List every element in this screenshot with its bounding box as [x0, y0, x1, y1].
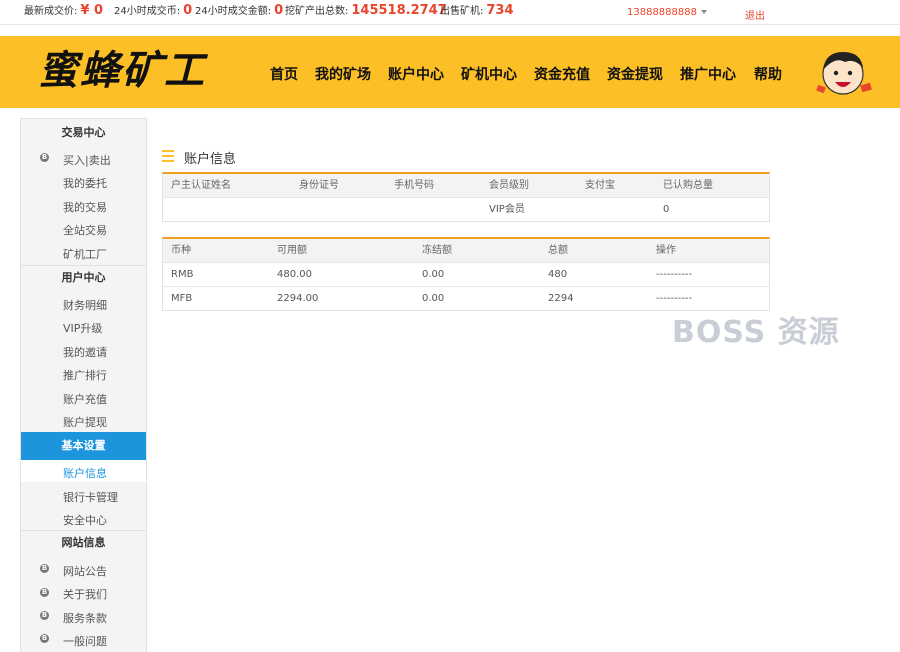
sidebar-item-my-invites[interactable]: 我的邀请 — [63, 344, 107, 360]
page-title: 账户信息 — [184, 152, 237, 167]
nav-promotion[interactable]: 推广中心 — [680, 64, 736, 84]
coins-24h-label: 24小时成交币: — [114, 6, 181, 17]
cell-currency: MFB — [171, 293, 193, 304]
col-real-name: 户主认证姓名 — [171, 180, 231, 191]
menu-lines-icon — [162, 150, 174, 162]
cell-available: 480.00 — [277, 269, 312, 280]
latest-price-stat: 最新成交价: ¥ 0 — [24, 4, 103, 19]
bullet-icon: B — [40, 153, 49, 162]
sidebar-item-account-info[interactable]: 账户信息 — [63, 465, 107, 481]
table-row: RMB 480.00 0.00 480 ---------- — [163, 263, 769, 287]
latest-price-label: 最新成交价: — [24, 6, 78, 17]
top-stats-bar: 最新成交价: ¥ 0 24小时成交币: 0 24小时成交金额: 0 挖矿产出总数: 14… — [0, 0, 900, 25]
col-available: 可用额 — [277, 245, 307, 256]
sidebar-divider — [21, 265, 146, 266]
sidebar-item-faq[interactable]: 一般问题 — [63, 633, 107, 649]
amount-24h-label: 24小时成交金额: — [195, 6, 272, 17]
sidebar-item-about[interactable]: 关于我们 — [63, 586, 107, 602]
logout-link[interactable]: 退出 — [745, 7, 765, 22]
sidebar-item-finance[interactable]: 财务明细 — [63, 297, 107, 313]
balance-table: 币种 可用额 冻结额 总额 操作 RMB 480.00 0.00 480 ---… — [162, 237, 770, 311]
sidebar-item-vip-upgrade[interactable]: VIP升级 — [63, 320, 102, 336]
sidebar-head-user: 用户中心 — [61, 271, 106, 284]
machines-sold-value: 734 — [486, 3, 514, 18]
sidebar-item-machine-factory[interactable]: 矿机工厂 — [63, 246, 107, 262]
sidebar: 交易中心 B 买入|卖出 我的委托 我的交易 全站交易 矿机工厂 用户中心 财务… — [20, 118, 147, 652]
mining-total-label: 挖矿产出总数: — [285, 6, 349, 17]
coins-24h-stat: 24小时成交币: 0 — [114, 4, 192, 19]
col-total: 总额 — [548, 245, 568, 256]
bullet-icon: B — [40, 611, 49, 620]
cell-currency: RMB — [171, 269, 194, 280]
col-phone: 手机号码 — [394, 180, 434, 191]
nav-help[interactable]: 帮助 — [754, 64, 782, 84]
cell-frozen: 0.00 — [422, 293, 445, 304]
cell-frozen: 0.00 — [422, 269, 445, 280]
watermark: BOSS 资源 — [672, 315, 840, 350]
nav-home[interactable]: 首页 — [270, 64, 298, 84]
nav-withdraw[interactable]: 资金提现 — [607, 64, 663, 84]
sidebar-head-trade: 交易中心 — [61, 126, 106, 139]
machines-sold-label: 出售矿机: — [440, 6, 484, 17]
mining-total-stat: 挖矿产出总数: 145518.2747 — [285, 4, 447, 19]
sidebar-divider — [21, 530, 146, 531]
account-info-table: 户主认证姓名 身份证号 手机号码 会员级别 支付宝 已认购总量 VIP会员 0 — [162, 172, 770, 222]
bullet-icon: B — [40, 588, 49, 597]
sidebar-item-buy-sell[interactable]: 买入|卖出 — [63, 152, 111, 168]
mascot-icon — [816, 52, 872, 95]
sidebar-item-my-trades[interactable]: 我的交易 — [63, 199, 107, 215]
username: 13888888888 — [627, 7, 697, 18]
cell-subscribed-total: 0 — [663, 204, 670, 215]
sidebar-head-basic: 基本设置 — [21, 432, 146, 460]
bullet-icon: B — [40, 634, 49, 643]
cell-actions: ---------- — [656, 269, 693, 280]
chevron-down-icon — [701, 10, 707, 14]
cell-member-level: VIP会员 — [489, 204, 525, 215]
table-row: VIP会员 0 — [163, 198, 769, 221]
amount-24h-value: 0 — [274, 3, 284, 18]
col-member-level: 会员级别 — [489, 180, 529, 191]
col-alipay: 支付宝 — [585, 180, 615, 191]
latest-price-value: ¥ 0 — [80, 3, 103, 18]
sidebar-item-all-trades[interactable]: 全站交易 — [63, 222, 107, 238]
cell-available: 2294.00 — [277, 293, 319, 304]
sidebar-item-account-withdraw[interactable]: 账户提现 — [63, 414, 107, 430]
sidebar-head-site: 网站信息 — [61, 536, 106, 549]
col-subscribed-total: 已认购总量 — [663, 180, 713, 191]
bullet-icon: B — [40, 564, 49, 573]
amount-24h-stat: 24小时成交金额: 0 — [195, 4, 283, 19]
col-actions: 操作 — [656, 245, 676, 256]
machines-sold-stat: 出售矿机: 734 — [440, 4, 514, 19]
site-logo[interactable]: 蜜蜂矿工 — [38, 46, 206, 96]
sidebar-item-account-deposit[interactable]: 账户充值 — [63, 391, 107, 407]
nav-my-mine[interactable]: 我的矿场 — [315, 64, 371, 84]
site-header: 蜜蜂矿工 首页 我的矿场 账户中心 矿机中心 资金充值 资金提现 推广中心 帮助 — [0, 36, 900, 108]
user-menu[interactable]: 13888888888 — [627, 7, 707, 18]
sidebar-item-promo-rank[interactable]: 推广排行 — [63, 367, 107, 383]
nav-account-center[interactable]: 账户中心 — [388, 64, 444, 84]
nav-machine-center[interactable]: 矿机中心 — [461, 64, 517, 84]
table-header-row: 户主认证姓名 身份证号 手机号码 会员级别 支付宝 已认购总量 — [163, 174, 769, 198]
sidebar-item-security[interactable]: 安全中心 — [63, 512, 107, 528]
mining-total-value: 145518.2747 — [351, 3, 447, 18]
col-frozen: 冻结额 — [422, 245, 452, 256]
sidebar-item-bank-cards[interactable]: 银行卡管理 — [63, 489, 118, 505]
coins-24h-value: 0 — [183, 3, 193, 18]
col-id-number: 身份证号 — [299, 180, 339, 191]
nav-deposit[interactable]: 资金充值 — [534, 64, 590, 84]
sidebar-item-announcements[interactable]: 网站公告 — [63, 563, 107, 579]
col-currency: 币种 — [171, 245, 191, 256]
sidebar-item-my-orders[interactable]: 我的委托 — [63, 175, 107, 191]
sidebar-item-terms[interactable]: 服务条款 — [63, 610, 107, 626]
cell-total: 2294 — [548, 293, 574, 304]
table-header-row: 币种 可用额 冻结额 总额 操作 — [163, 239, 769, 263]
cell-total: 480 — [548, 269, 568, 280]
